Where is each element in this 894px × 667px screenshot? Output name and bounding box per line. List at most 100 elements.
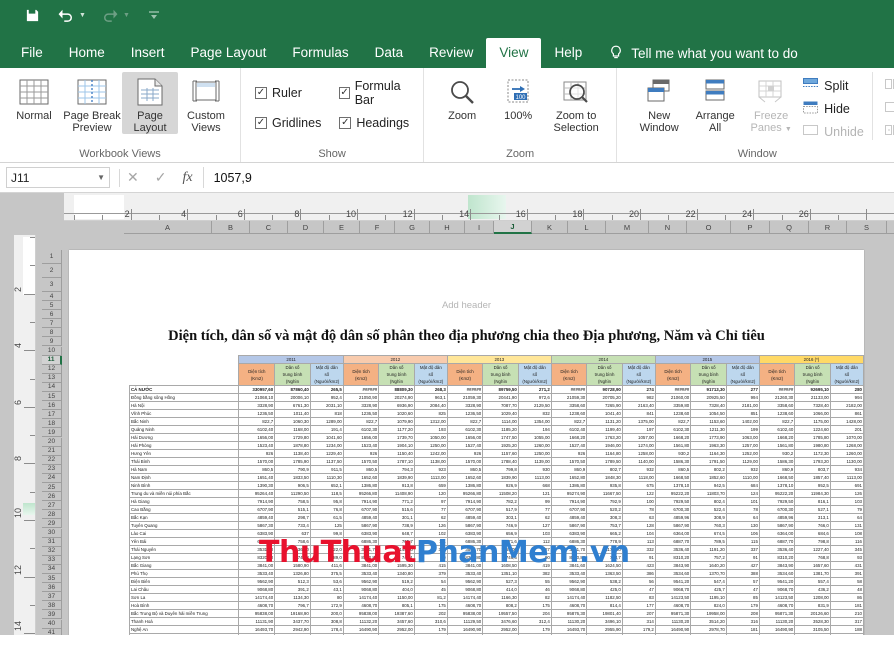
column-header-p[interactable]: P xyxy=(731,221,770,234)
data-cell[interactable]: 122 xyxy=(621,489,656,498)
row-header-40[interactable]: 40 xyxy=(42,619,62,629)
data-cell[interactable]: 271,2 xyxy=(517,385,552,394)
data-cell[interactable]: 1234,00 xyxy=(309,441,344,450)
data-cell[interactable]: 1378,10 xyxy=(654,481,692,490)
data-cell[interactable]: 1651,40 xyxy=(238,473,276,482)
data-cell[interactable]: 1878,80 xyxy=(274,441,311,450)
data-cell[interactable]: 1390,30 xyxy=(238,481,276,490)
data-cell[interactable]: 1580,90 xyxy=(274,561,311,570)
data-cell[interactable]: 6383,90 xyxy=(238,529,276,538)
table-row[interactable]: Yên Bái 6886,30 758,6 110,2 6886,30 765,7 111 6… xyxy=(128,537,865,546)
data-cell[interactable]: 89 xyxy=(413,553,448,562)
data-cell[interactable]: 3534,60 xyxy=(654,569,692,578)
data-cell[interactable]: 423 xyxy=(621,561,656,570)
data-cell[interactable]: 753,7 xyxy=(586,521,623,530)
data-cell[interactable]: 1839,90 xyxy=(482,473,519,482)
table-row[interactable]: Hà Tĩnh5997,201229,30205,05997,201233,10… xyxy=(128,633,865,635)
data-cell[interactable]: 1140,00 xyxy=(621,457,656,466)
data-cell[interactable]: 206,4 xyxy=(621,633,656,635)
data-cell[interactable]: 1785,80 xyxy=(794,433,831,442)
data-cell[interactable]: 659 xyxy=(413,481,448,490)
data-cell[interactable]: 20441,90 xyxy=(482,393,519,402)
data-cell[interactable]: 188 xyxy=(829,625,865,634)
data-cell[interactable]: 83 xyxy=(621,593,656,602)
tell-me-box[interactable]: Tell me what you want to do xyxy=(595,38,798,68)
data-cell[interactable]: 3105,50 xyxy=(794,625,831,634)
data-cell[interactable]: 798,8 xyxy=(794,537,831,546)
data-cell[interactable]: 1157,60 xyxy=(482,449,519,458)
data-cell[interactable]: 274 xyxy=(621,385,656,394)
data-cell[interactable]: 20126,60 xyxy=(794,609,831,618)
data-cell[interactable]: 11132,20 xyxy=(342,617,380,626)
data-cell[interactable]: 14174,40 xyxy=(238,593,276,602)
data-cell[interactable]: 121 xyxy=(517,489,552,498)
data-cell[interactable]: 6383,90 xyxy=(550,529,588,538)
data-cell[interactable]: 1057,00 xyxy=(621,433,656,442)
data-cell[interactable]: 1070,00 xyxy=(829,433,865,442)
data-cell[interactable]: 1375,00 xyxy=(621,417,656,426)
data-cell[interactable]: 757,2 xyxy=(690,553,727,562)
data-cell[interactable]: 102 xyxy=(413,529,448,538)
data-cell[interactable]: 308,8 xyxy=(309,617,344,626)
data-cell[interactable]: 9068,80 xyxy=(446,585,484,594)
data-cell[interactable]: 1386,80 xyxy=(446,481,484,490)
data-cell[interactable]: 1063,00 xyxy=(725,433,760,442)
data-cell[interactable]: 58 xyxy=(829,577,865,586)
data-cell[interactable]: 1229,40 xyxy=(309,449,344,458)
column-header-k[interactable]: K xyxy=(532,221,568,234)
data-cell[interactable]: 337 xyxy=(725,545,760,554)
data-cell[interactable]: 1963,30 xyxy=(690,441,727,450)
data-cell[interactable]: 1166,30 xyxy=(482,593,519,602)
data-cell[interactable]: 6102,30 xyxy=(654,425,692,434)
data-cell[interactable]: 3528,30 xyxy=(794,617,831,626)
tab-insert[interactable]: Insert xyxy=(118,38,178,68)
data-cell[interactable]: 538,2 xyxy=(586,577,623,586)
data-cell[interactable]: 656,9 xyxy=(482,529,519,538)
data-cell[interactable]: 1134,30 xyxy=(274,593,311,602)
data-cell[interactable]: 1130,00 xyxy=(829,457,865,466)
data-cell[interactable]: 90 xyxy=(517,553,552,562)
data-cell[interactable]: 637 xyxy=(274,529,311,538)
data-cell[interactable]: 1110,00 xyxy=(725,473,760,482)
data-cell[interactable]: 61,5 xyxy=(309,513,344,522)
data-cell[interactable]: 1110,30 xyxy=(309,473,344,482)
data-cell[interactable]: 520,2 xyxy=(586,505,623,514)
data-cell[interactable]: 1041,60 xyxy=(309,433,344,442)
data-cell[interactable]: 3359,80 xyxy=(654,401,692,410)
data-cell[interactable]: 345 xyxy=(829,545,865,554)
data-cell[interactable]: 6886,30 xyxy=(550,537,588,546)
data-cell[interactable]: 391,2 xyxy=(274,585,311,594)
data-cell[interactable]: 1739,70 xyxy=(378,433,415,442)
data-cell[interactable]: 1041,40 xyxy=(586,409,623,418)
data-cell[interactable]: 1980,80 xyxy=(794,441,831,450)
data-cell[interactable]: 16490,90 xyxy=(342,625,380,634)
data-cell[interactable]: 860,5 xyxy=(446,465,484,474)
data-cell[interactable]: 19387,60 xyxy=(378,609,415,618)
data-cell[interactable]: 1608,50 xyxy=(482,561,519,570)
data-cell[interactable]: 684 xyxy=(725,481,760,490)
data-cell[interactable]: 76,8 xyxy=(309,505,344,514)
hide-button[interactable]: Hide xyxy=(803,101,864,117)
table-row[interactable]: Đồng bằng sông Hồng 21068,10 20006,10 952,4… xyxy=(128,393,865,402)
data-cell[interactable]: 1570,50 xyxy=(550,457,588,466)
data-cell[interactable]: 6364,00 xyxy=(654,529,692,538)
data-cell[interactable]: 1131,20 xyxy=(586,417,623,426)
data-cell[interactable]: 77 xyxy=(517,505,552,514)
data-cell[interactable]: 522,4 xyxy=(690,505,727,514)
custom-views-button[interactable]: Custom Views xyxy=(178,72,234,134)
data-cell[interactable]: 527,1 xyxy=(794,505,831,514)
data-cell[interactable]: 312,4 xyxy=(517,617,552,626)
data-cell[interactable]: 11290,50 xyxy=(274,489,311,498)
data-cell[interactable]: 1787,10 xyxy=(378,457,415,466)
data-cell[interactable]: 1242,70 xyxy=(482,633,519,635)
data-cell[interactable]: 1428,00 xyxy=(829,417,865,426)
data-cell[interactable]: 110,2 xyxy=(309,537,344,546)
name-box-caret-icon[interactable]: ▼ xyxy=(97,173,105,182)
data-cell[interactable]: 9562,90 xyxy=(342,577,380,586)
data-cell[interactable]: 1175,00 xyxy=(794,417,831,426)
data-cell[interactable]: 1852,60 xyxy=(690,473,727,482)
data-cell[interactable]: 4859,40 xyxy=(342,513,380,522)
row-header-33[interactable]: 33 xyxy=(42,555,62,565)
data-cell[interactable]: 2952,00 xyxy=(482,625,519,634)
data-cell[interactable]: 20705,20 xyxy=(586,393,623,402)
